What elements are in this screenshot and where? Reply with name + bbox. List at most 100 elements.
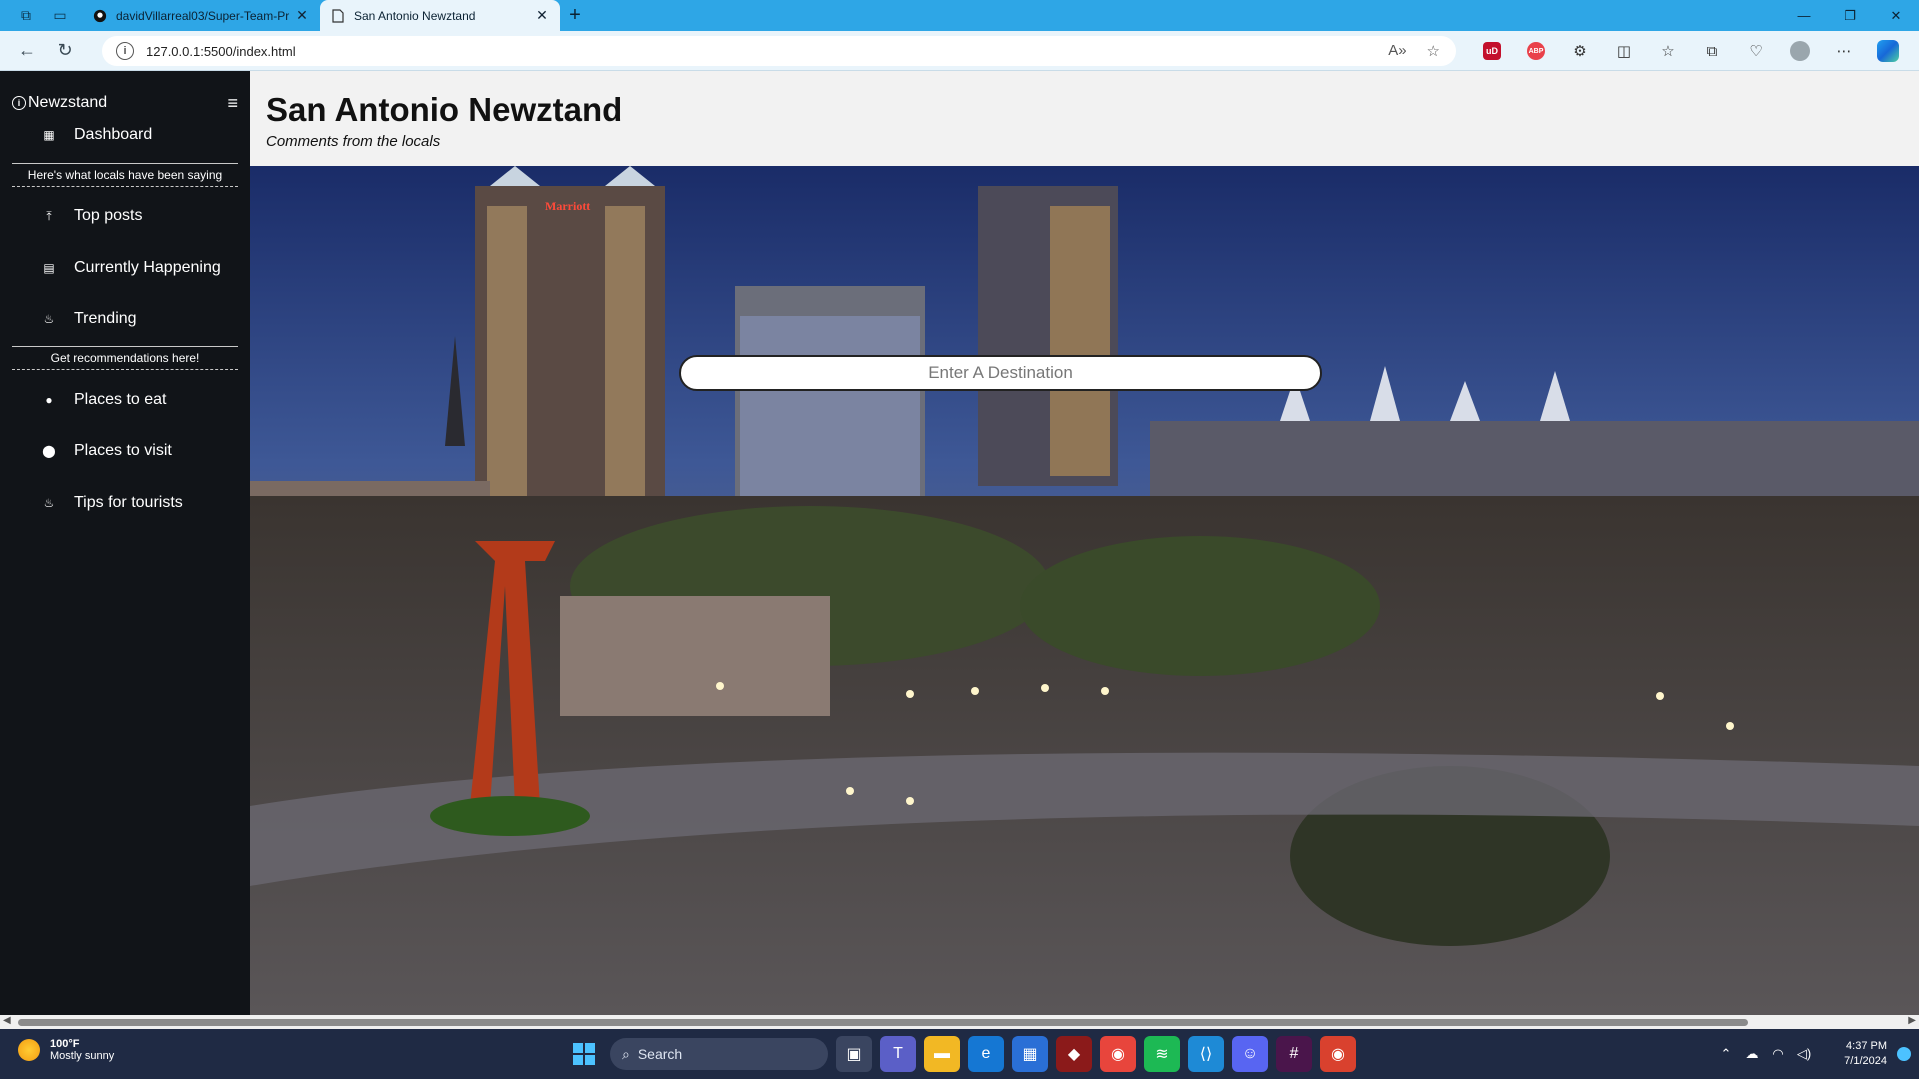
vscode-icon[interactable]: ⟨⟩ [1188,1036,1224,1072]
sidebar-item-label: Places to eat [74,391,167,408]
date: 7/1/2024 [1844,1055,1887,1067]
adblock-icon[interactable]: ABP [1514,31,1558,71]
browser-toolbar: ← ↻ i 127.0.0.1:5500/index.html A» ☆ uD … [0,31,1919,71]
url-text: 127.0.0.1:5500/index.html [146,43,296,59]
sidebar-item-label: Places to visit [74,442,172,459]
spotify-icon[interactable]: ≋ [1144,1036,1180,1072]
windows-start-icon[interactable] [566,1036,602,1072]
sun-icon [18,1039,40,1061]
search-icon: ⌕ [622,1045,630,1062]
sidebar-item-tips-for-tourists[interactable]: ♨ Tips for tourists [42,492,183,514]
temperature: 100°F [50,1038,80,1050]
read-aloud-icon[interactable]: A» [1388,42,1406,60]
refresh-icon[interactable]: ↻ [48,34,82,68]
game-icon[interactable]: ◆ [1056,1036,1092,1072]
collections-icon[interactable]: ⧉ [1690,31,1734,71]
split-screen-icon[interactable]: ◫ [1602,31,1646,71]
file-explorer-icon[interactable]: ▬ [924,1036,960,1072]
taskbar-search[interactable]: ⌕ Search [610,1038,828,1070]
windows-taskbar: 100°F Mostly sunny ⌕ Search ▣ T ▬ e ▦ ◆ … [0,1029,1919,1079]
sidebar-item-label: Currently Happening [74,259,221,276]
more-icon[interactable]: ⋯ [1822,31,1866,71]
minimize-icon[interactable]: — [1781,0,1827,31]
notification-icon[interactable] [1897,1047,1911,1061]
close-window-icon[interactable]: ✕ [1873,0,1919,31]
grid-icon: ▦ [43,128,55,142]
sidebar-item-top-posts[interactable]: ⤒ Top posts [42,205,142,227]
volume-icon[interactable]: ◁) [1791,1046,1817,1062]
task-view-icon[interactable]: ▣ [836,1036,872,1072]
sidebar-item-places-to-visit[interactable]: ⬤ Places to visit [42,440,172,462]
copilot-icon[interactable] [1866,31,1910,71]
favorites-icon[interactable]: ☆ [1646,31,1690,71]
brand-name: Newzstand [28,94,108,111]
tab-newztand[interactable]: San Antonio Newztand ✕ [320,0,560,31]
info-icon: i [12,96,26,110]
new-tab-button[interactable]: + [560,0,590,31]
page-title: San Antonio Newztand [266,91,623,128]
marriott-sign: Marriott [545,199,590,213]
menu-icon[interactable]: ≡ [220,93,238,114]
scroll-left-icon[interactable]: ◀ [3,1015,11,1026]
wifi-icon[interactable]: ◠ [1765,1046,1791,1062]
tab-github[interactable]: davidVillarreal03/Super-Team-Pr ✕ [82,0,320,31]
horizontal-scrollbar[interactable]: ◀ ▶ [0,1015,1919,1029]
discord-icon[interactable]: ☺ [1232,1036,1268,1072]
edge-icon[interactable]: e [968,1036,1004,1072]
back-icon[interactable]: ← [10,34,44,68]
onedrive-icon[interactable]: ☁ [1739,1046,1765,1062]
chrome-dev-icon[interactable]: ◉ [1320,1036,1356,1072]
page: i Newzstand ≡ ▦ Dashboard Here's what lo… [0,71,1919,1015]
workspaces-icon[interactable]: ⧉ [16,6,36,26]
page-subtitle: Comments from the locals [266,133,441,150]
flame-icon: ♨ [43,496,55,510]
chrome-icon[interactable]: ◉ [1100,1036,1136,1072]
performance-icon[interactable]: ♡ [1734,31,1778,71]
close-tab-icon[interactable]: ✕ [294,7,310,24]
restore-icon[interactable]: ❐ [1827,0,1873,31]
clock[interactable]: 4:37 PM 7/1/2024 [1817,1039,1897,1069]
sidebar-item-trending[interactable]: ♨ Trending [42,308,137,330]
address-bar[interactable]: i 127.0.0.1:5500/index.html A» ☆ [102,36,1456,66]
scroll-right-icon[interactable]: ▶ [1908,1015,1916,1026]
sidebar-header: i Newzstand ≡ [12,91,238,115]
close-tab-icon[interactable]: ✕ [534,7,550,24]
search-label: Search [637,1046,683,1062]
github-icon [92,8,108,24]
sidebar: i Newzstand ≡ ▦ Dashboard Here's what lo… [0,71,250,1015]
window-controls: — ❐ ✕ [1781,0,1919,31]
weather-condition: Mostly sunny [50,1050,115,1062]
page-icon [330,8,346,24]
sidebar-item-dashboard[interactable]: ▦ Dashboard [42,124,152,146]
weather-widget[interactable]: 100°F Mostly sunny [18,1038,114,1062]
browser-titlebar: ⧉ ▭ davidVillarreal03/Super-Team-Pr ✕ Sa… [0,0,1919,31]
scrollbar-thumb[interactable] [18,1019,1748,1026]
tab-actions-icon[interactable]: ▭ [50,6,70,26]
location-icon: ⬤ [42,444,56,458]
ublock-icon[interactable]: uD [1470,31,1514,71]
chevron-up-icon[interactable]: ⌃ [1713,1046,1739,1062]
store-icon[interactable]: ▦ [1012,1036,1048,1072]
profile-icon[interactable] [1778,31,1822,71]
page-header: San Antonio Newztand Comments from the l… [250,71,1919,166]
sidebar-item-places-to-eat[interactable]: ● Places to eat [42,389,167,411]
sidebar-item-currently-happening[interactable]: ▤ Currently Happening [42,257,221,279]
food-icon: ● [45,393,53,407]
favorite-star-icon[interactable]: ☆ [1427,42,1440,60]
pin-icon: ⤒ [46,208,52,223]
time: 4:37 PM [1846,1040,1887,1052]
news-icon: ▤ [43,261,55,275]
site-info-icon[interactable]: i [116,42,134,60]
city-skyline-illustration: Marriott [250,166,1919,1015]
section-label-locals: Here's what locals have been saying [12,163,238,187]
extensions-icon[interactable]: ⚙ [1558,31,1602,71]
flame-icon: ♨ [43,312,55,326]
sidebar-item-label: Dashboard [74,126,153,143]
slack-icon[interactable]: # [1276,1036,1312,1072]
tab-title: San Antonio Newztand [354,8,476,23]
teams-icon[interactable]: T [880,1036,916,1072]
sidebar-item-label: Tips for tourists [74,494,183,511]
tab-title: davidVillarreal03/Super-Team-Pr [116,8,290,23]
destination-search-input[interactable]: Enter A Destination [679,355,1322,391]
section-label-recommendations: Get recommendations here! [12,346,238,370]
